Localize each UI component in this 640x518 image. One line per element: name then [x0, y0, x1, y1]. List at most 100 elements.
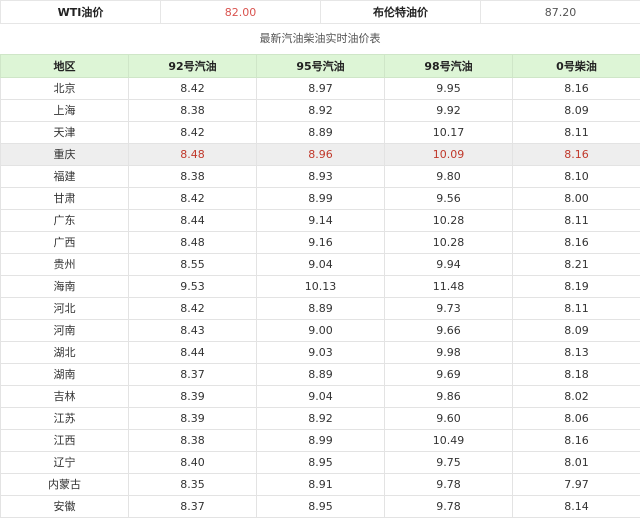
price-92-cell: 8.42 [129, 122, 257, 144]
price-diesel-0-cell: 8.10 [513, 166, 640, 188]
price-95-cell: 8.91 [257, 474, 385, 496]
table-row: 辽宁8.408.959.758.01 [1, 452, 640, 474]
price-95-cell: 9.04 [257, 254, 385, 276]
price-95-cell: 8.89 [257, 298, 385, 320]
price-diesel-0-cell: 8.13 [513, 342, 640, 364]
price-95-cell: 8.97 [257, 78, 385, 100]
table-row: 重庆8.488.9610.098.16 [1, 144, 640, 166]
table-row: 河北8.428.899.738.11 [1, 298, 640, 320]
price-98-cell: 9.86 [385, 386, 513, 408]
column-header-region: 地区 [1, 55, 129, 78]
price-diesel-0-cell: 8.16 [513, 232, 640, 254]
price-95-cell: 8.99 [257, 188, 385, 210]
region-cell: 福建 [1, 166, 129, 188]
table-row: 湖南8.378.899.698.18 [1, 364, 640, 386]
region-cell: 广东 [1, 210, 129, 232]
price-95-cell: 8.96 [257, 144, 385, 166]
price-92-cell: 8.38 [129, 166, 257, 188]
price-98-cell: 9.69 [385, 364, 513, 386]
table-row: 湖北8.449.039.988.13 [1, 342, 640, 364]
price-98-cell: 9.56 [385, 188, 513, 210]
price-92-cell: 8.40 [129, 452, 257, 474]
price-98-cell: 10.28 [385, 232, 513, 254]
price-98-cell: 9.73 [385, 298, 513, 320]
brent-label: 布伦特油价 [321, 1, 481, 24]
region-cell: 北京 [1, 78, 129, 100]
price-diesel-0-cell: 8.11 [513, 122, 640, 144]
price-98-cell: 10.09 [385, 144, 513, 166]
price-diesel-0-cell: 8.19 [513, 276, 640, 298]
price-diesel-0-cell: 8.00 [513, 188, 640, 210]
price-95-cell: 10.13 [257, 276, 385, 298]
price-95-cell: 9.03 [257, 342, 385, 364]
wti-value: 82.00 [161, 1, 321, 24]
price-92-cell: 8.42 [129, 188, 257, 210]
price-92-cell: 8.38 [129, 430, 257, 452]
fuel-price-table: 地区 92号汽油 95号汽油 98号汽油 0号柴油 北京8.428.979.95… [0, 54, 640, 518]
price-92-cell: 8.48 [129, 232, 257, 254]
price-95-cell: 8.92 [257, 100, 385, 122]
region-cell: 海南 [1, 276, 129, 298]
price-98-cell: 9.75 [385, 452, 513, 474]
table-title: 最新汽油柴油实时油价表 [0, 30, 640, 48]
price-diesel-0-cell: 8.14 [513, 496, 640, 518]
crude-oil-row: WTI油价 82.00 布伦特油价 87.20 [1, 1, 640, 24]
price-diesel-0-cell: 8.09 [513, 320, 640, 342]
price-92-cell: 8.42 [129, 78, 257, 100]
region-cell: 湖南 [1, 364, 129, 386]
table-row: 江苏8.398.929.608.06 [1, 408, 640, 430]
price-98-cell: 9.95 [385, 78, 513, 100]
price-diesel-0-cell: 8.16 [513, 144, 640, 166]
price-98-cell: 9.94 [385, 254, 513, 276]
price-98-cell: 10.17 [385, 122, 513, 144]
table-body: 北京8.428.979.958.16上海8.388.929.928.09天津8.… [1, 78, 640, 518]
price-92-cell: 8.37 [129, 496, 257, 518]
region-cell: 辽宁 [1, 452, 129, 474]
price-diesel-0-cell: 8.06 [513, 408, 640, 430]
price-98-cell: 11.48 [385, 276, 513, 298]
column-header-95: 95号汽油 [257, 55, 385, 78]
price-diesel-0-cell: 7.97 [513, 474, 640, 496]
price-diesel-0-cell: 8.11 [513, 210, 640, 232]
region-cell: 江苏 [1, 408, 129, 430]
price-95-cell: 8.89 [257, 364, 385, 386]
price-95-cell: 8.89 [257, 122, 385, 144]
price-diesel-0-cell: 8.16 [513, 78, 640, 100]
region-cell: 天津 [1, 122, 129, 144]
price-98-cell: 9.98 [385, 342, 513, 364]
region-cell: 内蒙古 [1, 474, 129, 496]
price-92-cell: 8.44 [129, 342, 257, 364]
table-row: 贵州8.559.049.948.21 [1, 254, 640, 276]
column-header-92: 92号汽油 [129, 55, 257, 78]
column-header-98: 98号汽油 [385, 55, 513, 78]
price-98-cell: 9.78 [385, 474, 513, 496]
price-95-cell: 8.92 [257, 408, 385, 430]
table-row: 北京8.428.979.958.16 [1, 78, 640, 100]
region-cell: 河南 [1, 320, 129, 342]
table-row: 福建8.388.939.808.10 [1, 166, 640, 188]
price-diesel-0-cell: 8.09 [513, 100, 640, 122]
price-diesel-0-cell: 8.02 [513, 386, 640, 408]
price-diesel-0-cell: 8.01 [513, 452, 640, 474]
price-95-cell: 8.95 [257, 496, 385, 518]
price-98-cell: 9.80 [385, 166, 513, 188]
region-cell: 湖北 [1, 342, 129, 364]
price-98-cell: 9.78 [385, 496, 513, 518]
region-cell: 河北 [1, 298, 129, 320]
price-98-cell: 9.92 [385, 100, 513, 122]
price-diesel-0-cell: 8.21 [513, 254, 640, 276]
wti-label: WTI油价 [1, 1, 161, 24]
brent-value: 87.20 [481, 1, 640, 24]
price-diesel-0-cell: 8.16 [513, 430, 640, 452]
price-92-cell: 8.37 [129, 364, 257, 386]
table-row: 安徽8.378.959.788.14 [1, 496, 640, 518]
price-95-cell: 9.16 [257, 232, 385, 254]
column-header-diesel-0: 0号柴油 [513, 55, 640, 78]
region-cell: 贵州 [1, 254, 129, 276]
price-92-cell: 8.48 [129, 144, 257, 166]
price-95-cell: 9.00 [257, 320, 385, 342]
price-92-cell: 8.44 [129, 210, 257, 232]
table-header-row: 地区 92号汽油 95号汽油 98号汽油 0号柴油 [1, 55, 640, 78]
table-row: 海南9.5310.1311.488.19 [1, 276, 640, 298]
table-row: 甘肃8.428.999.568.00 [1, 188, 640, 210]
